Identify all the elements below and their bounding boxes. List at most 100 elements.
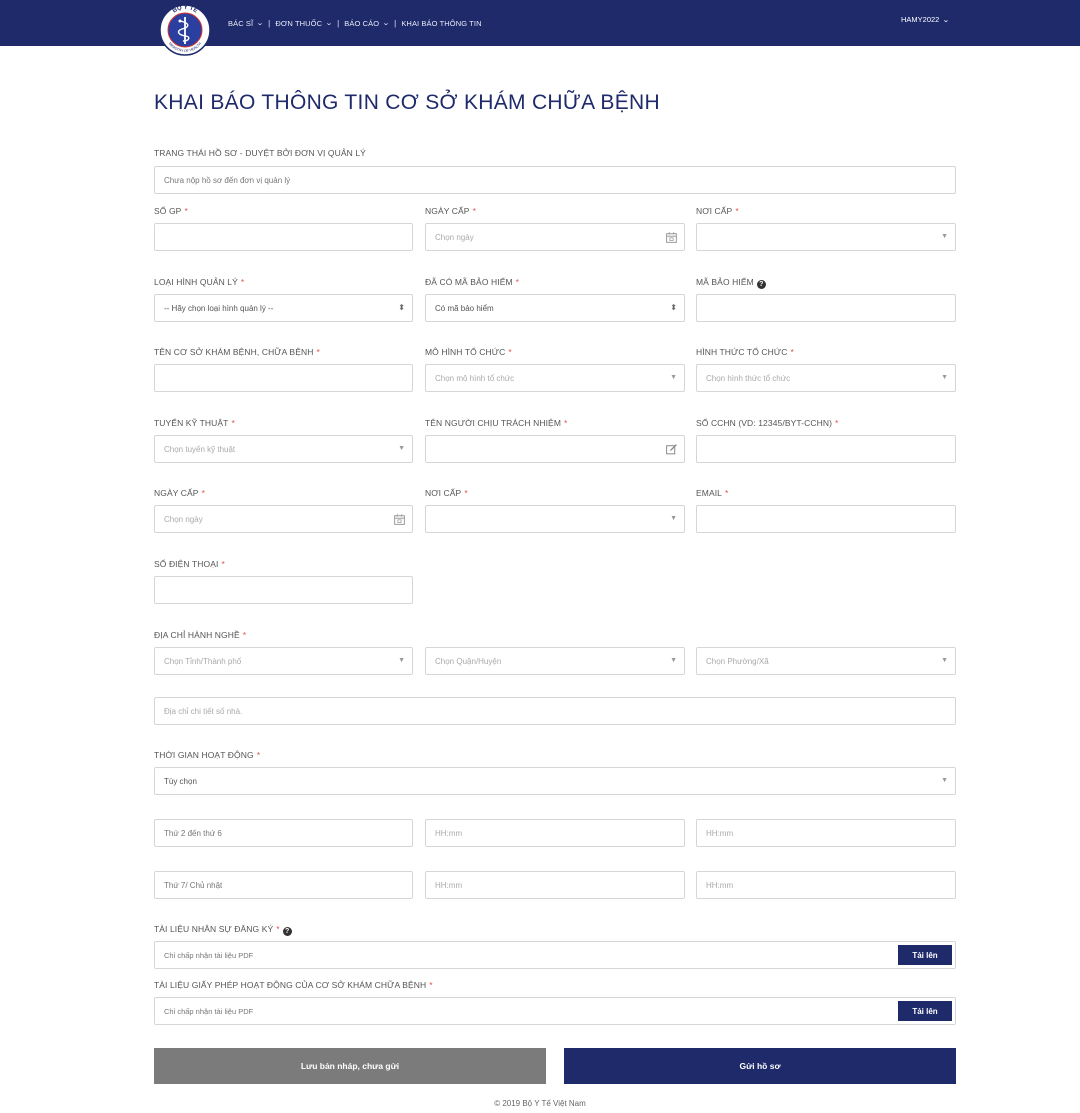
loai-hinh-label-text: LOẠI HÌNH QUẢN LÝ xyxy=(154,277,238,287)
hinh-thuc-placeholder: Chọn hình thức tổ chức xyxy=(706,374,791,383)
required-marker: * xyxy=(184,206,188,216)
weekday-text: Thứ 2 đến thứ 6 xyxy=(164,829,222,838)
user-menu[interactable]: HAMY2022 ⌄ xyxy=(901,15,951,24)
da-co-ma-bh-label: ĐÃ CÓ MÃ BẢO HIỂM * xyxy=(425,277,519,287)
da-co-ma-bh-select[interactable]: Có mã bảo hiểm ⬍ xyxy=(425,294,685,322)
noi-cap-2-select[interactable]: ▼ xyxy=(425,505,685,533)
loai-hinh-select[interactable]: -- Hãy chọn loại hình quản lý -- ⬍ xyxy=(154,294,413,322)
so-gp-label-text: SỐ GP xyxy=(154,206,182,216)
required-marker: * xyxy=(464,488,468,498)
time-placeholder: HH:mm xyxy=(435,829,463,838)
loai-hinh-label: LOẠI HÌNH QUẢN LÝ * xyxy=(154,277,244,287)
dia-chi-chi-tiet-input[interactable]: Địa chỉ chi tiết số nhà. xyxy=(154,697,956,725)
ministry-logo[interactable]: BỘ Y TẾ MINISTRY OF HEALTH xyxy=(158,0,212,60)
weekday-to-time-input[interactable]: HH:mm xyxy=(696,819,956,847)
dropdown-arrow-icon: ▼ xyxy=(398,657,405,664)
so-gp-input[interactable] xyxy=(154,223,413,251)
help-icon[interactable]: ? xyxy=(756,280,766,289)
dia-chi-label-text: ĐỊA CHỈ HÀNH NGHỀ xyxy=(154,630,240,640)
page-title: KHAI BÁO THÔNG TIN CƠ SỞ KHÁM CHỮA BỆNH xyxy=(154,91,660,114)
required-marker: * xyxy=(515,277,520,287)
tai-lieu-ns-upload[interactable]: Chỉ chấp nhận tài liệu PDF Tải lên xyxy=(154,941,956,969)
email-label: EMAIL * xyxy=(696,488,728,498)
nguoi-chiu-tn-label: TÊN NGƯỜI CHỊU TRÁCH NHIỆM * xyxy=(425,418,567,428)
edit-icon[interactable] xyxy=(665,443,678,456)
nav-item-khai-bao[interactable]: KHAI BÁO THÔNG TIN xyxy=(401,19,481,28)
dropdown-arrow-icon: ▼ xyxy=(941,374,948,381)
nguoi-chiu-tn-input[interactable] xyxy=(425,435,685,463)
save-draft-button[interactable]: Lưu bản nháp, chưa gửi xyxy=(154,1048,546,1084)
chevron-down-icon: ⌄ xyxy=(325,20,334,27)
required-marker: * xyxy=(429,980,433,990)
tinh-select[interactable]: Chọn Tỉnh/Thành phố ▼ xyxy=(154,647,413,675)
quan-placeholder: Chọn Quận/Huyện xyxy=(435,657,502,666)
noi-cap-2-label: NƠI CẤP * xyxy=(425,488,468,498)
mo-hinh-label-text: MÔ HÌNH TỔ CHỨC xyxy=(425,347,506,357)
hinh-thuc-label-text: HÌNH THỨC TỔ CHỨC xyxy=(696,347,788,357)
weekend-to-time-input[interactable]: HH:mm xyxy=(696,871,956,899)
upload-button[interactable]: Tải lên xyxy=(898,1001,952,1021)
nav-item-bac-si[interactable]: BÁC SĨ ⌄ xyxy=(228,19,264,28)
calendar-icon[interactable] xyxy=(665,231,678,244)
sdt-label-text: SỐ ĐIỆN THOẠI xyxy=(154,559,219,569)
upload-placeholder: Chỉ chấp nhận tài liệu PDF xyxy=(164,951,254,960)
ngay-cap-2-datepicker[interactable]: Chọn ngày xyxy=(154,505,413,533)
tai-lieu-gp-upload[interactable]: Chỉ chấp nhận tài liệu PDF Tải lên xyxy=(154,997,956,1025)
footer-copyright: © 2019 Bộ Y Tế Việt Nam xyxy=(494,1099,586,1108)
mo-hinh-label: MÔ HÌNH TỔ CHỨC * xyxy=(425,347,512,357)
tuyen-kt-select[interactable]: Chọn tuyến kỹ thuật ▼ xyxy=(154,435,413,463)
dropdown-arrow-icon: ▼ xyxy=(398,445,405,452)
chevron-down-icon: ⌄ xyxy=(382,20,391,27)
noi-cap-select[interactable]: ▼ xyxy=(696,223,956,251)
phuong-select[interactable]: Chọn Phường/Xã ▼ xyxy=(696,647,956,675)
help-icon[interactable]: ? xyxy=(282,927,292,936)
dropdown-arrow-icon: ▼ xyxy=(670,515,677,522)
phone-field[interactable] xyxy=(154,576,413,604)
nav-menu: BÁC SĨ ⌄ | ĐƠN THUỐC ⌄ | BÁO CÁO ⌄ | KHAI B… xyxy=(228,15,482,31)
weekday-label-field: Thứ 2 đến thứ 6 xyxy=(154,819,413,847)
upload-placeholder: Chỉ chấp nhận tài liệu PDF xyxy=(164,1007,254,1016)
hinh-thuc-select[interactable]: Chọn hình thức tổ chức ▼ xyxy=(696,364,956,392)
submit-button[interactable]: Gửi hồ sơ xyxy=(564,1048,956,1084)
email-field[interactable] xyxy=(696,505,956,533)
thoi-gian-select[interactable]: Tùy chọn ▼ xyxy=(154,767,956,795)
calendar-icon[interactable] xyxy=(393,513,406,526)
required-marker: * xyxy=(508,347,512,357)
so-cchn-input[interactable] xyxy=(696,435,956,463)
required-marker: * xyxy=(242,630,247,640)
sdt-label: SỐ ĐIỆN THOẠI * xyxy=(154,559,225,569)
tai-lieu-ns-label: TÀI LIỆU NHÂN SỰ ĐĂNG KÝ *? xyxy=(154,924,292,936)
status-label-text: TRANG THÁI HỒ SƠ - DUYỆT BỞI ĐƠN VỊ QUẢN… xyxy=(154,148,366,158)
ten-co-so-input[interactable] xyxy=(154,364,413,392)
ngay-cap-2-label-text: NGÀY CẤP xyxy=(154,488,199,498)
upload-button[interactable]: Tải lên xyxy=(898,945,952,965)
time-placeholder: HH:mm xyxy=(435,881,463,890)
quan-select[interactable]: Chọn Quận/Huyện ▼ xyxy=(425,647,685,675)
mo-hinh-select[interactable]: Chọn mô hình tổ chức ▼ xyxy=(425,364,685,392)
nav-label: BÁO CÁO xyxy=(344,18,380,28)
weekday-from-time-input[interactable]: HH:mm xyxy=(425,819,685,847)
ma-bh-input[interactable] xyxy=(696,294,956,322)
so-cchn-label: SỐ CCHN (VD: 12345/BYT-CCHN) * xyxy=(696,418,838,428)
nav-item-don-thuoc[interactable]: ĐƠN THUỐC ⌄ xyxy=(275,18,334,28)
nav-item-bao-cao[interactable]: BÁO CÁO ⌄ xyxy=(344,18,391,28)
nav-separator: | xyxy=(394,18,397,28)
ngay-cap-datepicker[interactable]: Chọn ngày xyxy=(425,223,685,251)
chevron-down-icon: ⌄ xyxy=(942,16,951,24)
tuyen-kt-placeholder: Chọn tuyến kỹ thuật xyxy=(164,445,236,454)
status-label: TRANG THÁI HỒ SƠ - DUYỆT BỞI ĐƠN VỊ QUẢN… xyxy=(154,148,366,158)
ngay-cap-label: NGÀY CẤP * xyxy=(425,206,476,216)
da-co-ma-bh-label-text: ĐÃ CÓ MÃ BẢO HIỂM xyxy=(425,277,513,287)
required-marker: * xyxy=(276,924,280,934)
dropdown-arrow-icon: ▼ xyxy=(941,777,948,784)
weekend-from-time-input[interactable]: HH:mm xyxy=(425,871,685,899)
ten-co-so-label-text: TÊN CƠ SỞ KHÁM BỆNH, CHỮA BỆNH xyxy=(154,347,314,357)
weekend-label-field: Thứ 7/ Chủ nhật xyxy=(154,871,413,899)
required-marker: * xyxy=(835,418,839,428)
required-marker: * xyxy=(564,418,568,428)
required-marker: * xyxy=(725,488,729,498)
tai-lieu-ns-label-text: TÀI LIỆU NHÂN SỰ ĐĂNG KÝ xyxy=(154,924,274,934)
tuyen-kt-label: TUYẾN KỸ THUẬT * xyxy=(154,418,235,428)
nav-label: ĐƠN THUỐC xyxy=(275,18,323,28)
ngay-cap-2-label: NGÀY CẤP * xyxy=(154,488,205,498)
